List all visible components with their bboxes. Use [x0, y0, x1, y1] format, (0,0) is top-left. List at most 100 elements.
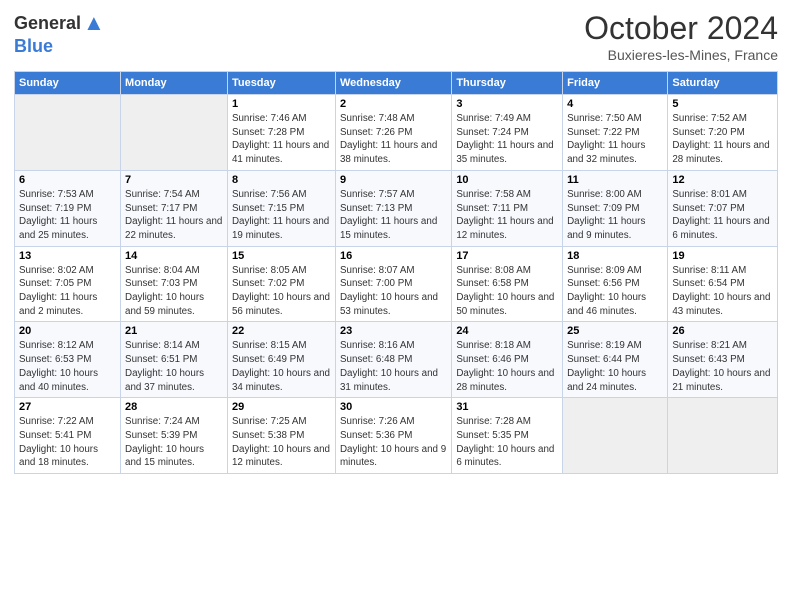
day-info: Sunrise: 7:28 AMSunset: 5:35 PMDaylight:…	[456, 415, 558, 470]
sunset-text: Sunset: 7:02 PM	[232, 277, 331, 291]
week-row-2: 13Sunrise: 8:02 AMSunset: 7:05 PMDayligh…	[15, 246, 778, 322]
day-info: Sunrise: 7:46 AMSunset: 7:28 PMDaylight:…	[232, 112, 331, 167]
calendar-cell: 26Sunrise: 8:21 AMSunset: 6:43 PMDayligh…	[668, 322, 778, 398]
sunset-text: Sunset: 6:49 PM	[232, 353, 331, 367]
sunset-text: Sunset: 6:54 PM	[672, 277, 773, 291]
day-number: 1	[232, 98, 331, 110]
daylight-text: Daylight: 11 hours and 41 minutes.	[232, 139, 331, 166]
sunset-text: Sunset: 6:56 PM	[567, 277, 663, 291]
header-day-friday: Friday	[563, 72, 668, 95]
location: Buxieres-les-Mines, France	[584, 47, 778, 63]
sunrise-text: Sunrise: 8:18 AM	[456, 339, 558, 353]
calendar-cell	[121, 95, 228, 171]
daylight-text: Daylight: 11 hours and 35 minutes.	[456, 139, 558, 166]
sunset-text: Sunset: 5:39 PM	[125, 429, 223, 443]
calendar-cell: 9Sunrise: 7:57 AMSunset: 7:13 PMDaylight…	[335, 170, 451, 246]
sunset-text: Sunset: 7:05 PM	[19, 277, 116, 291]
daylight-text: Daylight: 10 hours and 53 minutes.	[340, 291, 447, 318]
day-number: 5	[672, 98, 773, 110]
day-number: 6	[19, 174, 116, 186]
sunset-text: Sunset: 5:36 PM	[340, 429, 447, 443]
daylight-text: Daylight: 10 hours and 24 minutes.	[567, 367, 663, 394]
daylight-text: Daylight: 10 hours and 46 minutes.	[567, 291, 663, 318]
calendar-cell	[15, 95, 121, 171]
daylight-text: Daylight: 10 hours and 59 minutes.	[125, 291, 223, 318]
day-info: Sunrise: 7:24 AMSunset: 5:39 PMDaylight:…	[125, 415, 223, 470]
day-number: 29	[232, 401, 331, 413]
calendar-cell: 13Sunrise: 8:02 AMSunset: 7:05 PMDayligh…	[15, 246, 121, 322]
header: General ▲ Blue October 2024 Buxieres-les…	[14, 10, 778, 63]
day-info: Sunrise: 7:54 AMSunset: 7:17 PMDaylight:…	[125, 188, 223, 243]
day-info: Sunrise: 8:01 AMSunset: 7:07 PMDaylight:…	[672, 188, 773, 243]
sunrise-text: Sunrise: 8:21 AM	[672, 339, 773, 353]
daylight-text: Daylight: 10 hours and 43 minutes.	[672, 291, 773, 318]
calendar-cell: 17Sunrise: 8:08 AMSunset: 6:58 PMDayligh…	[452, 246, 563, 322]
week-row-1: 6 Sunrise: 7:53 AMSunset: 7:19 PMDaylight…	[15, 170, 778, 246]
day-number: 7	[125, 174, 223, 186]
day-info: Sunrise: 8:07 AMSunset: 7:00 PMDaylight:…	[340, 264, 447, 319]
day-number: 22	[232, 325, 331, 337]
calendar-cell: 10Sunrise: 7:58 AMSunset: 7:11 PMDayligh…	[452, 170, 563, 246]
day-number: 31	[456, 401, 558, 413]
sunrise-text: Sunrise: 8:11 AM	[672, 264, 773, 278]
daylight-text: Daylight: 10 hours and 34 minutes.	[232, 367, 331, 394]
sunrise-text: Sunrise: 8:19 AM	[567, 339, 663, 353]
sunset-text: Sunset: 6:43 PM	[672, 353, 773, 367]
daylight-text: Daylight: 11 hours and 25 minutes.	[19, 215, 116, 242]
calendar-cell: 25Sunrise: 8:19 AMSunset: 6:44 PMDayligh…	[563, 322, 668, 398]
calendar-cell: 7 Sunrise: 7:54 AMSunset: 7:17 PMDaylight…	[121, 170, 228, 246]
sunrise-text: Sunrise: 8:09 AM	[567, 264, 663, 278]
calendar-cell: 16Sunrise: 8:07 AMSunset: 7:00 PMDayligh…	[335, 246, 451, 322]
sunrise-text: Sunrise: 7:57 AM	[340, 188, 447, 202]
day-number: 3	[456, 98, 558, 110]
header-day-monday: Monday	[121, 72, 228, 95]
calendar-cell: 8Sunrise: 7:56 AMSunset: 7:15 PMDaylight…	[227, 170, 335, 246]
header-day-sunday: Sunday	[15, 72, 121, 95]
calendar-cell: 14Sunrise: 8:04 AMSunset: 7:03 PMDayligh…	[121, 246, 228, 322]
day-info: Sunrise: 7:50 AMSunset: 7:22 PMDaylight:…	[567, 112, 663, 167]
day-info: Sunrise: 7:48 AMSunset: 7:26 PMDaylight:…	[340, 112, 447, 167]
logo-bird-icon: ▲	[83, 10, 105, 36]
daylight-text: Daylight: 10 hours and 28 minutes.	[456, 367, 558, 394]
daylight-text: Daylight: 11 hours and 9 minutes.	[567, 215, 663, 242]
sunrise-text: Sunrise: 7:48 AM	[340, 112, 447, 126]
daylight-text: Daylight: 10 hours and 9 minutes.	[340, 443, 447, 470]
calendar-cell: 24Sunrise: 8:18 AMSunset: 6:46 PMDayligh…	[452, 322, 563, 398]
sunrise-text: Sunrise: 8:01 AM	[672, 188, 773, 202]
sunset-text: Sunset: 6:51 PM	[125, 353, 223, 367]
day-number: 13	[19, 250, 116, 262]
sunset-text: Sunset: 7:13 PM	[340, 202, 447, 216]
sunrise-text: Sunrise: 8:07 AM	[340, 264, 447, 278]
calendar-cell: 15Sunrise: 8:05 AMSunset: 7:02 PMDayligh…	[227, 246, 335, 322]
day-info: Sunrise: 7:22 AMSunset: 5:41 PMDaylight:…	[19, 415, 116, 470]
calendar-cell: 22Sunrise: 8:15 AMSunset: 6:49 PMDayligh…	[227, 322, 335, 398]
daylight-text: Daylight: 11 hours and 22 minutes.	[125, 215, 223, 242]
sunset-text: Sunset: 6:46 PM	[456, 353, 558, 367]
daylight-text: Daylight: 10 hours and 6 minutes.	[456, 443, 558, 470]
calendar-cell: 21Sunrise: 8:14 AMSunset: 6:51 PMDayligh…	[121, 322, 228, 398]
month-title: October 2024	[584, 10, 778, 47]
sunrise-text: Sunrise: 8:12 AM	[19, 339, 116, 353]
daylight-text: Daylight: 10 hours and 40 minutes.	[19, 367, 116, 394]
daylight-text: Daylight: 11 hours and 12 minutes.	[456, 215, 558, 242]
daylight-text: Daylight: 11 hours and 6 minutes.	[672, 215, 773, 242]
sunset-text: Sunset: 7:09 PM	[567, 202, 663, 216]
day-info: Sunrise: 7:25 AMSunset: 5:38 PMDaylight:…	[232, 415, 331, 470]
calendar-cell: 6 Sunrise: 7:53 AMSunset: 7:19 PMDaylight…	[15, 170, 121, 246]
day-number: 20	[19, 325, 116, 337]
day-number: 27	[19, 401, 116, 413]
calendar-cell: 27 Sunrise: 7:22 AMSunset: 5:41 PMDayligh…	[15, 398, 121, 474]
sunrise-text: Sunrise: 7:22 AM	[19, 415, 116, 429]
sunset-text: Sunset: 5:41 PM	[19, 429, 116, 443]
daylight-text: Daylight: 11 hours and 28 minutes.	[672, 139, 773, 166]
day-number: 9	[340, 174, 447, 186]
sunrise-text: Sunrise: 7:26 AM	[340, 415, 447, 429]
sunset-text: Sunset: 7:26 PM	[340, 126, 447, 140]
day-info: Sunrise: 7:53 AMSunset: 7:19 PMDaylight:…	[19, 188, 116, 243]
calendar-cell: 28Sunrise: 7:24 AMSunset: 5:39 PMDayligh…	[121, 398, 228, 474]
daylight-text: Daylight: 10 hours and 12 minutes.	[232, 443, 331, 470]
sunset-text: Sunset: 7:19 PM	[19, 202, 116, 216]
sunrise-text: Sunrise: 7:28 AM	[456, 415, 558, 429]
sunrise-text: Sunrise: 7:54 AM	[125, 188, 223, 202]
day-info: Sunrise: 7:49 AMSunset: 7:24 PMDaylight:…	[456, 112, 558, 167]
